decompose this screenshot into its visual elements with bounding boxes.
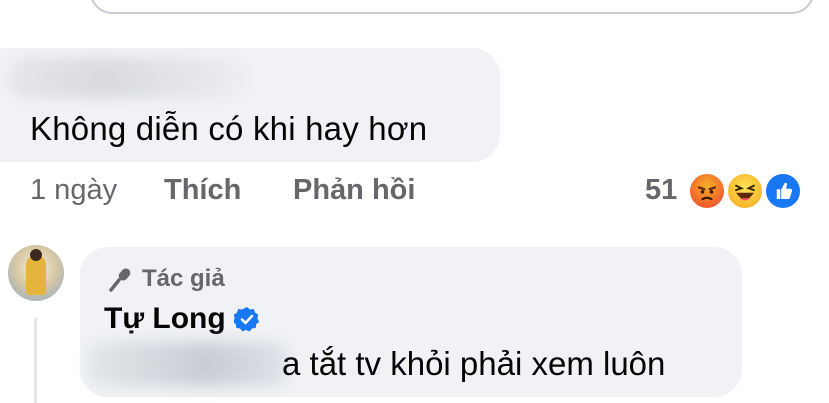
like-button[interactable]: Thích bbox=[164, 174, 241, 207]
verified-badge-icon bbox=[233, 307, 259, 332]
author-badge-label: Tác giả bbox=[142, 265, 225, 292]
reply-text: a tắt tv khỏi phải xem luôn bbox=[282, 345, 666, 382]
thread-line bbox=[34, 318, 37, 403]
blurred-mention bbox=[88, 342, 288, 386]
reaction-count[interactable]: 51 bbox=[645, 174, 677, 207]
author-badge: Tác giả bbox=[106, 265, 225, 293]
microphone-icon bbox=[109, 268, 131, 292]
comment-input-box[interactable] bbox=[90, 0, 814, 14]
reply-button[interactable]: Phản hồi bbox=[293, 174, 415, 207]
blurred-commenter-name bbox=[8, 58, 248, 98]
comment-timestamp[interactable]: 1 ngày bbox=[30, 174, 117, 207]
author-avatar[interactable] bbox=[8, 245, 64, 301]
reply-author[interactable]: Tự Long bbox=[104, 302, 260, 336]
haha-icon[interactable] bbox=[726, 172, 764, 210]
like-icon[interactable] bbox=[764, 172, 802, 210]
reply-author-name[interactable]: Tự Long bbox=[104, 302, 226, 336]
angry-icon[interactable] bbox=[688, 172, 726, 210]
comment-text: Không diễn có khi hay hơn bbox=[30, 110, 428, 147]
